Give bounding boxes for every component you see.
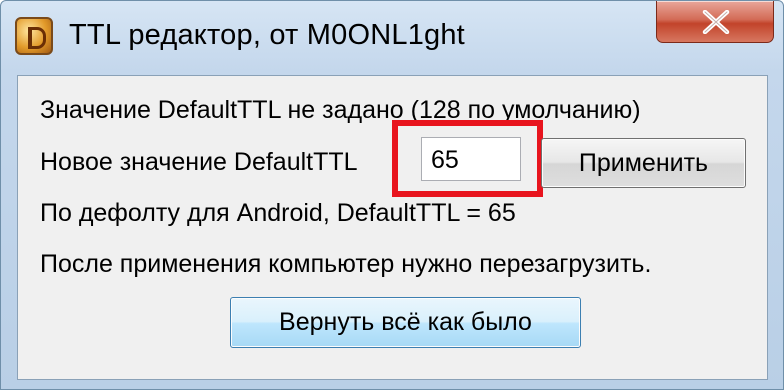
restart-note-text: После применения компьютер нужно перезаг… [40,250,652,278]
dialog-client-area: Значение DefaultTTL не задано (128 по ум… [17,75,768,380]
close-icon [702,10,730,34]
red-highlight-box [392,120,543,197]
android-hint-text: По дефолту для Android, DefaultTTL = 65 [40,199,516,227]
apply-button[interactable]: Применить [541,138,746,188]
status-text: Значение DefaultTTL не задано (128 по ум… [40,96,641,124]
close-button[interactable] [656,1,774,43]
title-bar[interactable]: TTL редактор, от M0ONL1ght [1,1,783,69]
window-title: TTL редактор, от M0ONL1ght [69,19,465,51]
app-icon[interactable] [15,17,53,55]
new-value-label: Новое значение DefaultTTL [40,148,358,176]
dialog-window: TTL редактор, от M0ONL1ght Значение Defa… [0,0,784,390]
reset-button[interactable]: Вернуть всё как было [230,297,581,348]
